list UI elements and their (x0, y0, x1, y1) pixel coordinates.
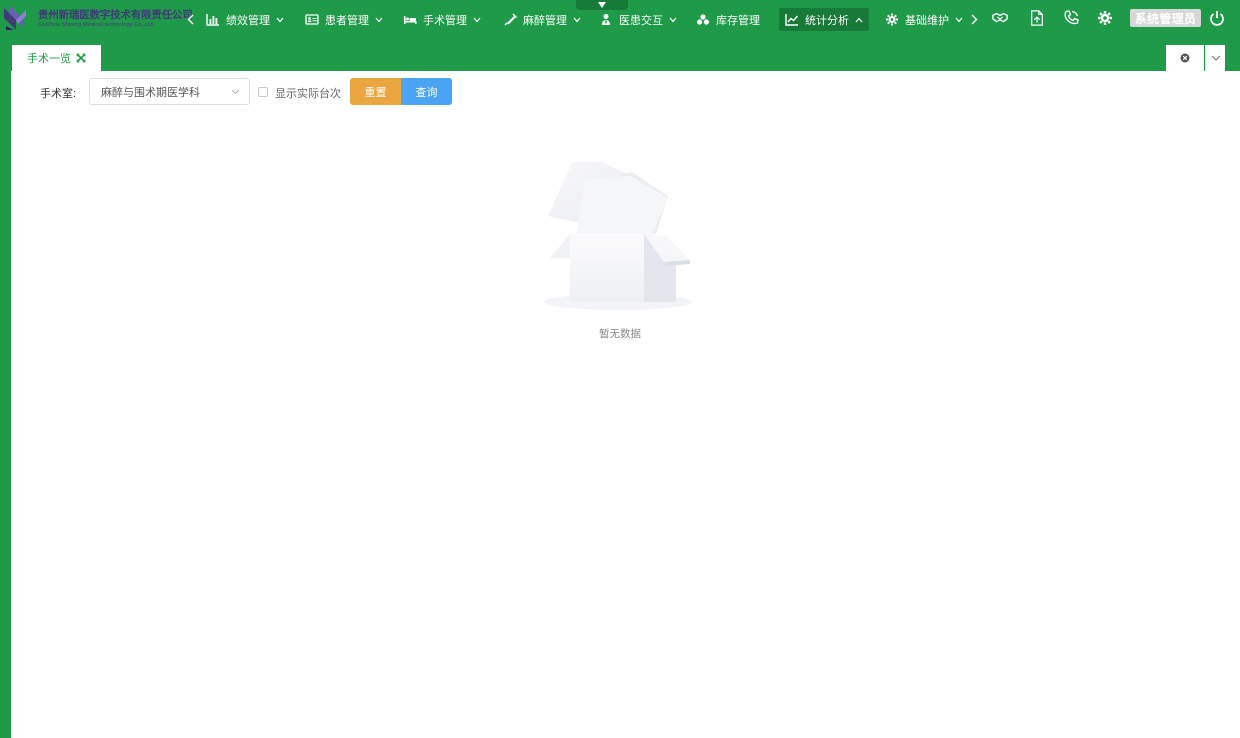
file-export-icon (1031, 10, 1043, 26)
menu-item-label: 医患交互 (619, 14, 663, 27)
handshake-button[interactable] (991, 9, 1009, 27)
empty-state-text: 暂无数据 (599, 328, 641, 340)
show-actual-count-label[interactable]: 显示实际台次 (275, 85, 341, 101)
close-tab-icon[interactable] (76, 53, 86, 63)
chevron-down-icon (573, 17, 581, 22)
phone-icon (1064, 10, 1079, 25)
chevron-down-icon (473, 17, 481, 22)
close-all-tabs-button[interactable] (1166, 45, 1204, 71)
id-card-icon (305, 13, 319, 27)
menu-item-label: 基础维护 (905, 14, 949, 27)
syringe-icon (503, 13, 517, 27)
chevron-left-icon (187, 14, 193, 24)
show-actual-count-checkbox[interactable] (258, 87, 268, 97)
company-logo (4, 6, 26, 30)
reset-button[interactable]: 重置 (350, 78, 401, 105)
user-doctor-icon (599, 13, 613, 27)
tab-label: 手术一览 (27, 53, 71, 65)
chevron-right-icon (971, 14, 977, 24)
operating-room-value: 麻醉与围术期医学科 (101, 86, 200, 99)
company-name: 贵州新瑞医数字技术有限责任公司 GuiZhou Shining Medical … (38, 9, 193, 29)
tab-menu-dropdown[interactable] (1205, 45, 1225, 71)
settings-icon (1098, 11, 1112, 25)
menu-item-label: 手术管理 (423, 14, 467, 27)
settings-button[interactable] (1096, 9, 1114, 27)
bed-icon (403, 13, 417, 27)
menu-item-anesthesia[interactable]: 麻醉管理 (497, 8, 587, 31)
menu-item-doctor-patient[interactable]: 医患交互 (593, 8, 683, 31)
line-chart-icon (785, 13, 799, 27)
menu-item-label: 麻醉管理 (523, 14, 567, 27)
menu-item-label: 患者管理 (325, 14, 369, 27)
menu-item-label: 统计分析 (805, 14, 849, 27)
menu-item-statistics[interactable]: 统计分析 (779, 8, 869, 31)
menu-item-performance[interactable]: 绩效管理 (200, 8, 290, 31)
power-icon (1210, 11, 1224, 26)
export-file-button[interactable] (1028, 9, 1046, 27)
query-button[interactable]: 查询 (401, 78, 452, 105)
bar-chart-icon (206, 13, 220, 27)
menu-item-label: 绩效管理 (226, 14, 270, 27)
menu-item-patients[interactable]: 患者管理 (299, 8, 389, 31)
tab-surgery-overview[interactable]: 手术一览 (12, 45, 101, 71)
chevron-down-icon (955, 17, 963, 22)
close-circle-icon (1180, 53, 1190, 63)
current-user-badge[interactable]: 系统管理员 (1130, 9, 1201, 27)
left-sidebar-rail (0, 71, 11, 738)
menu-item-inventory[interactable]: 库存管理 (690, 8, 766, 31)
menu-item-basic-maintenance[interactable]: 基础维护 (879, 8, 969, 31)
nav-scroll-left-button[interactable] (184, 11, 196, 27)
company-name-cn: 贵州新瑞医数字技术有限责任公司 (38, 9, 193, 21)
gear-icon (885, 13, 899, 27)
company-name-en: GuiZhou Shining Medical technology Co.,L… (38, 22, 153, 28)
chevron-down-icon (276, 17, 284, 22)
top-navigation-bar: 贵州新瑞医数字技术有限责任公司 GuiZhou Shining Medical … (0, 0, 1240, 71)
chevron-down-icon (375, 17, 383, 22)
chevron-down-icon (231, 89, 240, 95)
chevron-down-icon (1211, 55, 1220, 61)
operating-room-select[interactable]: 麻醉与围术期医学科 (89, 78, 250, 105)
logout-button[interactable] (1208, 9, 1226, 27)
handshake-icon (992, 12, 1008, 23)
phone-button[interactable] (1062, 9, 1080, 27)
menu-item-surgery[interactable]: 手术管理 (397, 8, 487, 31)
chevron-up-icon (855, 17, 863, 22)
operating-room-label: 手术室: (40, 88, 77, 100)
menu-item-label: 库存管理 (716, 14, 760, 27)
empty-box-illustration (544, 162, 692, 310)
chevron-down-icon (669, 17, 677, 22)
cubes-icon (696, 13, 710, 27)
nav-scroll-right-button[interactable] (968, 11, 980, 27)
